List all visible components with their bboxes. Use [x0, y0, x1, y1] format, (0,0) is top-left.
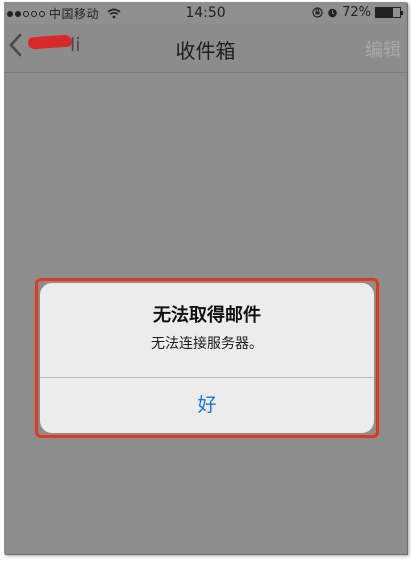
- battery-percent: 72%: [342, 5, 371, 20]
- alarm-icon: [328, 8, 337, 18]
- phone-screen: 中国移动 14:50 72% li 收件箱 编辑 无法取得邮件 无法连接服务器。…: [4, 2, 407, 554]
- battery-icon: [375, 7, 403, 18]
- alert-dialog: 无法取得邮件 无法连接服务器。 好: [40, 283, 374, 433]
- status-bar: 中国移动 14:50 72%: [4, 2, 407, 24]
- orientation-lock-icon: [312, 7, 323, 18]
- battery-fill: [376, 8, 394, 17]
- alert-message: 无法连接服务器。: [151, 336, 263, 352]
- status-right: 72%: [312, 5, 403, 20]
- ok-button[interactable]: 好: [40, 378, 374, 433]
- edit-button[interactable]: 编辑: [365, 36, 401, 62]
- page-title: 收件箱: [175, 39, 236, 63]
- navigation-bar: li 收件箱 编辑: [4, 24, 407, 73]
- alert-title: 无法取得邮件: [153, 305, 261, 326]
